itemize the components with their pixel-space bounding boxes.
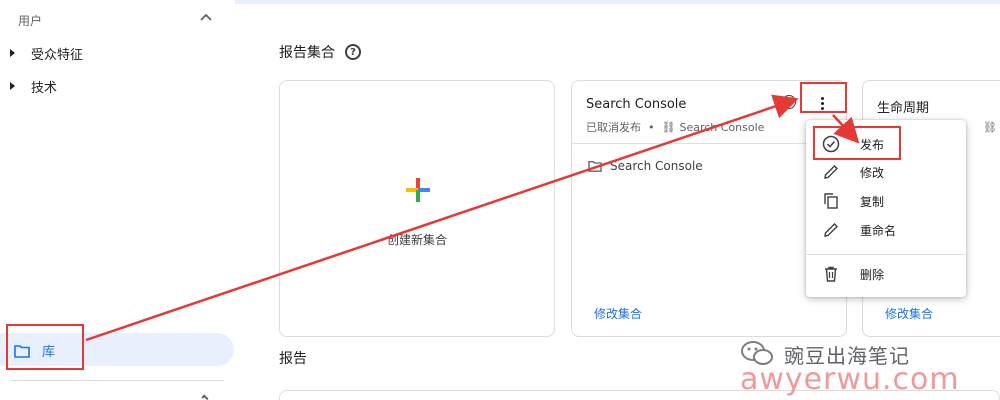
plus-icon xyxy=(406,178,430,202)
expand-triangle-icon xyxy=(10,49,15,57)
sidebar-divider xyxy=(10,380,224,381)
sidebar: 用户 受众特征 技术 库 xyxy=(0,0,235,400)
watermark-url: awyerwu.com xyxy=(740,362,960,397)
divider xyxy=(572,143,846,144)
pencil-icon xyxy=(822,163,840,181)
more-vert-icon[interactable] xyxy=(821,97,825,111)
menu-item-label: 重命名 xyxy=(860,223,897,238)
card-title: 生命周期 xyxy=(877,101,930,116)
status-badge: 已取消发布 xyxy=(586,121,641,134)
edit-collection-link[interactable]: 修改集合 xyxy=(885,305,933,322)
card-title: Search Console xyxy=(586,97,687,112)
create-collection-label: 创建新集合 xyxy=(386,233,447,247)
top-strip xyxy=(235,0,1000,4)
link-icon: ⛓ xyxy=(661,120,676,134)
app-root: 用户 受众特征 技术 库 报告集合 ? 创建新集合 Search Console… xyxy=(0,0,1000,400)
help-icon[interactable]: ? xyxy=(345,44,361,60)
pencil-icon xyxy=(822,221,840,239)
card-folder-label: Search Console xyxy=(610,159,703,173)
menu-item-label: 复制 xyxy=(860,194,885,209)
menu-item-label: 修改 xyxy=(860,165,885,180)
card-source: Search Console xyxy=(679,120,765,134)
trash-icon xyxy=(822,265,840,283)
menu-divider xyxy=(806,254,966,255)
annotation-box-library xyxy=(6,324,84,370)
copy-icon xyxy=(822,192,840,210)
card-meta: 已取消发布 • ⛓ Search Console xyxy=(586,120,765,135)
menu-item-rename[interactable]: 重命名 xyxy=(806,216,966,244)
link-icon: ⛓ xyxy=(983,120,997,134)
menu-item-label: 删除 xyxy=(860,267,885,282)
info-icon[interactable] xyxy=(782,95,796,109)
chevron-up-icon[interactable] xyxy=(198,10,214,26)
sidebar-section-title: 用户 xyxy=(18,14,43,28)
folder-icon xyxy=(588,161,602,172)
menu-item-copy[interactable]: 复制 xyxy=(806,187,966,215)
create-collection-card[interactable]: 创建新集合 xyxy=(279,80,555,337)
collection-title-text: 报告集合 xyxy=(279,45,335,61)
sidebar-item-label: 受众特征 xyxy=(31,47,84,63)
page-title: 报告集合 ? xyxy=(279,42,361,62)
sidebar-item-demographics[interactable]: 受众特征 xyxy=(10,42,83,64)
card-folder: Search Console xyxy=(588,159,703,173)
expand-triangle-icon xyxy=(10,82,15,90)
card-meta: ⛓ 生 xyxy=(983,119,1000,135)
chevron-up-icon[interactable] xyxy=(201,394,209,400)
section-title-reports: 报告 xyxy=(279,351,307,367)
sidebar-item-label: 技术 xyxy=(31,80,58,96)
sidebar-item-tech[interactable]: 技术 xyxy=(10,75,57,97)
menu-item-delete[interactable]: 删除 xyxy=(806,260,966,288)
watermark: 豌豆出海笔记 awyerwu.com xyxy=(740,338,1000,398)
menu-item-edit[interactable]: 修改 xyxy=(806,158,966,186)
annotation-box-publish xyxy=(813,126,901,160)
edit-collection-link[interactable]: 修改集合 xyxy=(594,305,642,322)
